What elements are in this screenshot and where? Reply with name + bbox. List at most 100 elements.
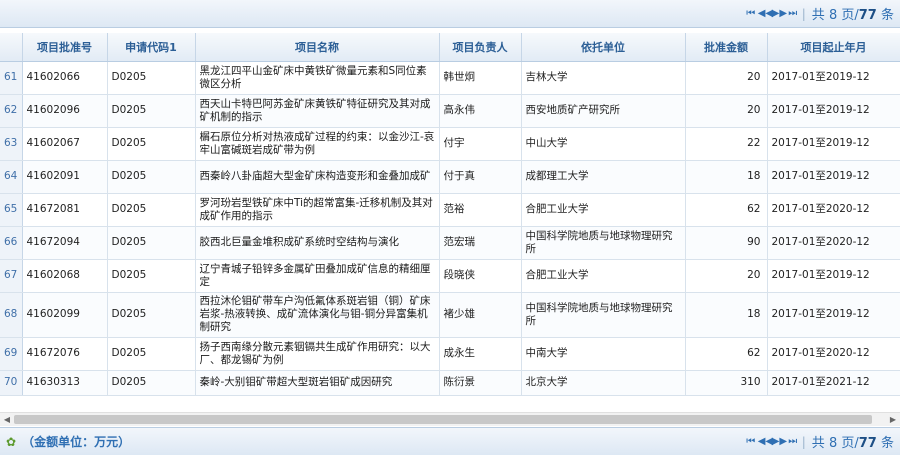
table-row[interactable]: 68 41602099 D0205 西拉沐伦钼矿带车户沟低氟体系斑岩钼（铜）矿床岩浆-… (0, 292, 900, 338)
horizontal-scrollbar[interactable]: ◀ ▶ (0, 412, 900, 426)
column-header[interactable]: 项目负责人 (439, 33, 522, 62)
host-institution: 成都理工大学 (521, 160, 686, 194)
next-page-icon[interactable]: ▶▶ (772, 436, 787, 447)
row-number: 61 (0, 61, 23, 95)
refresh-icon[interactable]: ✿ (6, 435, 16, 449)
application-code: D0205 (107, 193, 196, 227)
next-page-icon[interactable]: ▶▶ (772, 8, 787, 19)
approval-number: 41602091 (22, 160, 108, 194)
column-header[interactable]: 项目批准号 (22, 33, 108, 62)
project-title: 胶西北巨量金堆积成矿系统时空结构与演化 (195, 226, 440, 260)
table-row[interactable]: 61 41602066 D0205 黑龙江四平山金矿床中黄铁矿微量元素和S同位素微区分… (0, 61, 900, 95)
application-code: D0205 (107, 259, 196, 293)
project-title: 榍石原位分析对热液成矿过程的约束：以金沙江-哀牢山富碱斑岩成矿带为例 (195, 127, 440, 161)
approved-amount: 20 (685, 61, 768, 95)
project-title: 西天山卡特巴阿苏金矿床黄铁矿特征研究及其对成矿机制的指示 (195, 94, 440, 128)
first-page-icon[interactable]: ⏮ (744, 8, 758, 19)
table-row[interactable]: 62 41602096 D0205 西天山卡特巴阿苏金矿床黄铁矿特征研究及其对成矿机制… (0, 94, 900, 128)
project-title: 西秦岭八卦庙超大型金矿床构造变形和金叠加成矿 (195, 160, 440, 194)
host-institution: 中国科学院地质与地球物理研究所 (521, 226, 686, 260)
project-period: 2017-01至2019-12 (767, 160, 900, 194)
scroll-right-icon[interactable]: ▶ (886, 413, 900, 427)
host-institution: 北京大学 (521, 370, 686, 396)
approval-number: 41602068 (22, 259, 108, 293)
column-header[interactable]: 项目名称 (195, 33, 440, 62)
application-code: D0205 (107, 127, 196, 161)
project-title: 黑龙江四平山金矿床中黄铁矿微量元素和S同位素微区分析 (195, 61, 440, 95)
column-header[interactable] (0, 33, 23, 62)
approval-number: 41672094 (22, 226, 108, 260)
pager-summary: 共 8 页/77 条 (811, 436, 894, 451)
project-period: 2017-01至2020-12 (767, 226, 900, 260)
principal-investigator: 付于真 (439, 160, 522, 194)
scroll-left-icon[interactable]: ◀ (0, 413, 14, 427)
host-institution: 吉林大学 (521, 61, 686, 95)
approval-number: 41602067 (22, 127, 108, 161)
approved-amount: 18 (685, 160, 768, 194)
last-page-icon[interactable]: ⏭ (786, 436, 800, 447)
principal-investigator: 范裕 (439, 193, 522, 227)
first-page-icon[interactable]: ⏮ (744, 436, 758, 447)
row-number: 68 (0, 292, 23, 338)
prev-page-icon[interactable]: ◀◀ (758, 436, 773, 447)
approved-amount: 62 (685, 337, 768, 371)
row-number: 67 (0, 259, 23, 293)
table-row[interactable]: 70 41630313 D0205 秦岭-大别钼矿带超大型斑岩钼矿成因研究 陈衍景 北京大… (0, 370, 900, 396)
application-code: D0205 (107, 94, 196, 128)
row-number: 65 (0, 193, 23, 227)
approved-amount: 22 (685, 127, 768, 161)
row-number: 70 (0, 370, 23, 396)
column-header[interactable]: 批准金额 (685, 33, 768, 62)
principal-investigator: 陈衍景 (439, 370, 522, 396)
column-header[interactable]: 依托单位 (521, 33, 686, 62)
pager-summary: 共 8 页/77 条 (811, 8, 894, 23)
principal-investigator: 范宏瑞 (439, 226, 522, 260)
column-header[interactable]: 项目起止年月 (767, 33, 900, 62)
project-table: 项目批准号 申请代码1 项目名称 项目负责人 依托单位 批准金额 项目起止年月 61 4160… (0, 33, 900, 396)
project-title: 辽宁青城子铅锌多金属矿田叠加成矿信息的精细厘定 (195, 259, 440, 293)
scroll-thumb[interactable] (14, 415, 872, 424)
project-grid: ⏮ ◀◀ ▶▶ ⏭ | 共 8 页/77 条 项目批准号 申请代码1 项目名称 项目负… (0, 0, 900, 455)
approved-amount: 310 (685, 370, 768, 396)
approved-amount: 20 (685, 259, 768, 293)
project-title: 秦岭-大别钼矿带超大型斑岩钼矿成因研究 (195, 370, 440, 396)
pager-bottom: ✿ （金额单位：万元） ⏮ ◀◀ ▶▶ ⏭ | 共 8 页/77 条 (0, 427, 900, 455)
approval-number: 41672081 (22, 193, 108, 227)
table-row[interactable]: 69 41672076 D0205 扬子西南缘分散元素铟镉共生成矿作用研究：以大厂、都… (0, 337, 900, 371)
table-row[interactable]: 65 41672081 D0205 罗河玢岩型铁矿床中Ti的超常富集-迁移机制及其对成… (0, 193, 900, 227)
host-institution: 合肥工业大学 (521, 193, 686, 227)
project-period: 2017-01至2019-12 (767, 292, 900, 338)
approval-number: 41602096 (22, 94, 108, 128)
column-header[interactable]: 申请代码1 (107, 33, 196, 62)
prev-page-icon[interactable]: ◀◀ (758, 8, 773, 19)
project-period: 2017-01至2021-12 (767, 370, 900, 396)
project-title: 罗河玢岩型铁矿床中Ti的超常富集-迁移机制及其对成矿作用的指示 (195, 193, 440, 227)
application-code: D0205 (107, 292, 196, 338)
row-number: 66 (0, 226, 23, 260)
table-row[interactable]: 64 41602091 D0205 西秦岭八卦庙超大型金矿床构造变形和金叠加成矿 付于真… (0, 160, 900, 194)
pager-divider: | (801, 434, 806, 449)
principal-investigator: 褚少雄 (439, 292, 522, 338)
principal-investigator: 韩世炯 (439, 61, 522, 95)
application-code: D0205 (107, 61, 196, 95)
project-period: 2017-01至2020-12 (767, 337, 900, 371)
last-page-icon[interactable]: ⏭ (786, 8, 800, 19)
project-period: 2017-01至2019-12 (767, 61, 900, 95)
table-row[interactable]: 63 41602067 D0205 榍石原位分析对热液成矿过程的约束：以金沙江-哀牢山… (0, 127, 900, 161)
project-period: 2017-01至2019-12 (767, 127, 900, 161)
application-code: D0205 (107, 226, 196, 260)
approved-amount: 62 (685, 193, 768, 227)
approval-number: 41630313 (22, 370, 108, 396)
application-code: D0205 (107, 160, 196, 194)
approval-number: 41672076 (22, 337, 108, 371)
pager-divider: | (801, 6, 806, 21)
host-institution: 西安地质矿产研究所 (521, 94, 686, 128)
row-number: 62 (0, 94, 23, 128)
host-institution: 合肥工业大学 (521, 259, 686, 293)
principal-investigator: 付宇 (439, 127, 522, 161)
host-institution: 中国科学院地质与地球物理研究所 (521, 292, 686, 338)
table-row[interactable]: 67 41602068 D0205 辽宁青城子铅锌多金属矿田叠加成矿信息的精细厘定 段晓… (0, 259, 900, 293)
table-row[interactable]: 66 41672094 D0205 胶西北巨量金堆积成矿系统时空结构与演化 范宏瑞 中国科… (0, 226, 900, 260)
application-code: D0205 (107, 337, 196, 371)
project-period: 2017-01至2020-12 (767, 193, 900, 227)
